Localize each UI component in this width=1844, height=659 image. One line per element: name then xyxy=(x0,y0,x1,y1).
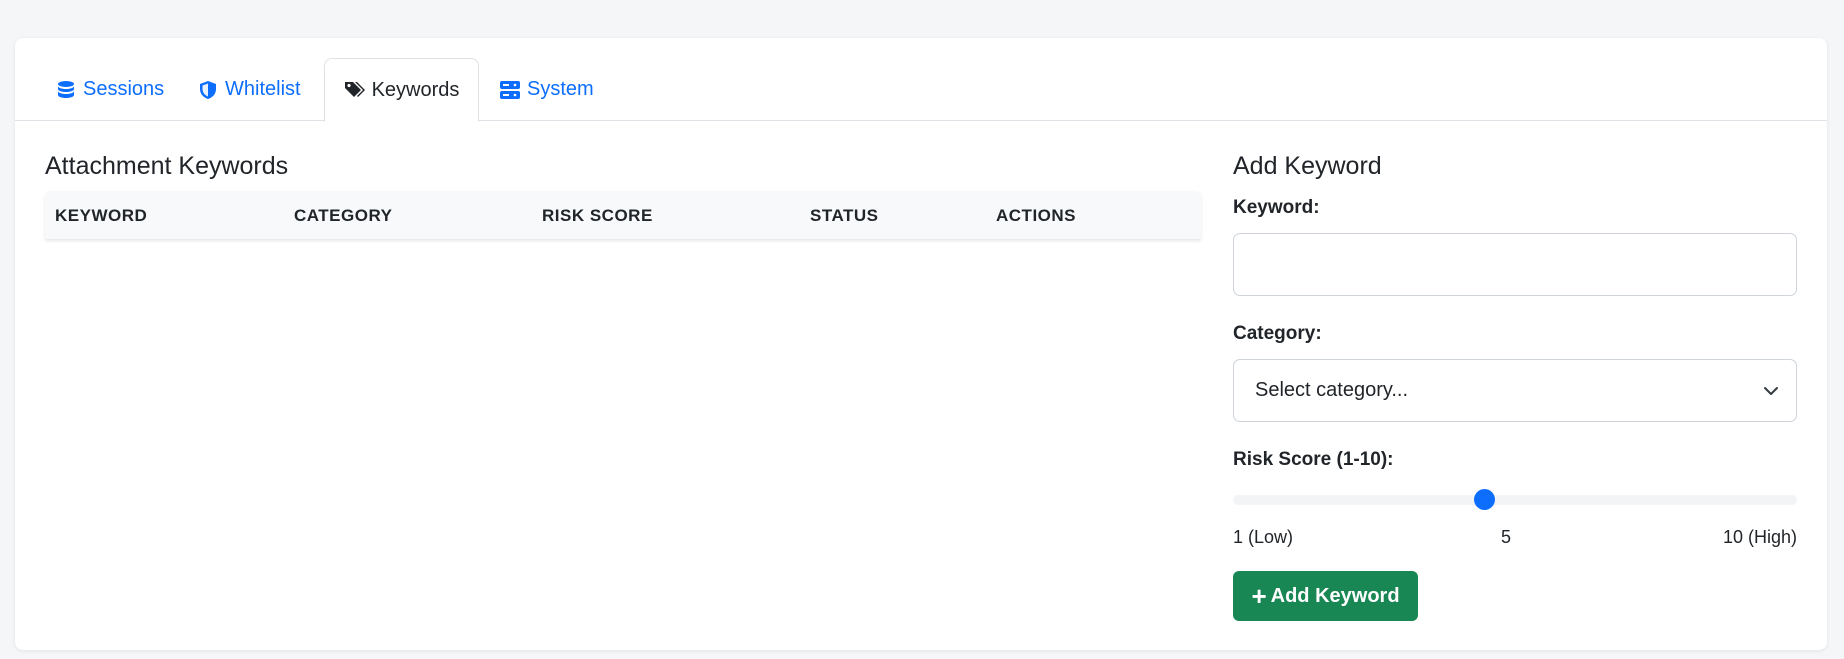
tab-sessions-label: Sessions xyxy=(83,78,165,100)
tab-sessions[interactable]: Sessions xyxy=(55,58,164,121)
risk-score-label: Risk Score (1-10): xyxy=(1233,449,1394,470)
server-icon xyxy=(499,79,521,101)
risk-max-label: 10 (High) xyxy=(1722,527,1797,547)
category-select-value: Select category... xyxy=(1255,379,1409,401)
tab-bar: Sessions Whitelist Keywords System xyxy=(15,38,1827,122)
tab-whitelist[interactable]: Whitelist xyxy=(197,58,301,121)
column-header-category: CATEGORY xyxy=(294,206,393,225)
main-card: Sessions Whitelist Keywords System Attac… xyxy=(15,38,1827,650)
column-header-status: STATUS xyxy=(810,206,879,225)
database-icon xyxy=(55,79,77,101)
risk-score-slider-track[interactable] xyxy=(1233,495,1797,505)
risk-min-label: 1 (Low) xyxy=(1233,527,1294,547)
tab-whitelist-label: Whitelist xyxy=(225,78,301,100)
chevron-down-icon xyxy=(1762,382,1780,400)
keywords-table-title: Attachment Keywords xyxy=(45,152,289,180)
risk-score-slider-thumb[interactable] xyxy=(1474,489,1496,510)
add-keyword-button-label: Add Keyword xyxy=(1270,584,1400,607)
column-header-actions: ACTIONS xyxy=(996,206,1076,225)
tags-icon xyxy=(344,79,366,101)
column-header-keyword: KEYWORD xyxy=(55,206,148,225)
tab-keywords[interactable]: Keywords xyxy=(324,58,479,122)
column-header-risk-score: RISK SCORE xyxy=(542,206,653,225)
tab-system[interactable]: System xyxy=(499,58,594,121)
add-keyword-title: Add Keyword xyxy=(1233,152,1382,180)
tab-system-label: System xyxy=(527,78,594,100)
category-select[interactable]: Select category... xyxy=(1233,359,1797,422)
add-keyword-button[interactable]: + Add Keyword xyxy=(1233,571,1418,621)
keyword-field-label: Keyword: xyxy=(1233,197,1320,218)
shield-icon xyxy=(197,79,219,101)
tab-keywords-label: Keywords xyxy=(371,78,460,101)
keywords-table-header: KEYWORD CATEGORY RISK SCORE STATUS ACTIO… xyxy=(45,191,1201,239)
category-field-label: Category: xyxy=(1233,323,1322,344)
risk-current-value: 5 xyxy=(1501,527,1512,547)
plus-icon: + xyxy=(1251,581,1267,611)
keyword-input[interactable] xyxy=(1233,233,1797,296)
